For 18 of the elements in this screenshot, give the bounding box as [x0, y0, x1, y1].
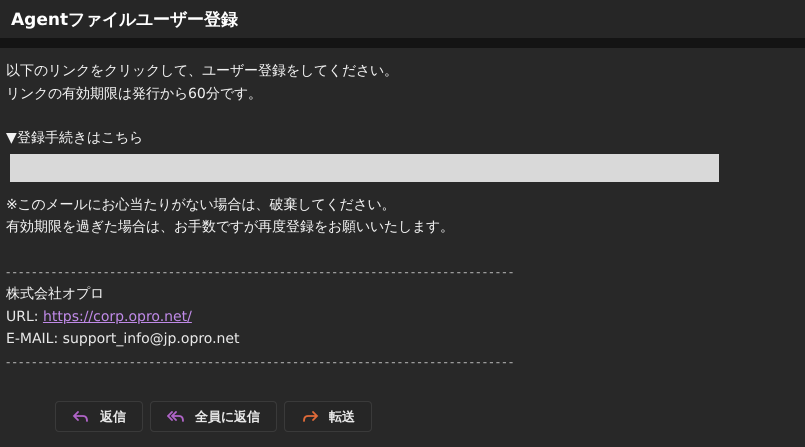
note-text: 有効期限を過ぎた場合は、お手数ですが再度登録をお願いいたします。 — [6, 218, 455, 237]
separator-line: ------------------------------------------------------------------------------ — [6, 354, 516, 370]
reply-button[interactable]: 返信 — [55, 401, 143, 432]
reply-all-arrow-icon — [167, 410, 185, 424]
company-name: 株式会社オプロ — [6, 285, 105, 304]
separator-line: ------------------------------------------------------------------------------ — [6, 264, 516, 280]
email-address: E-MAIL: support_info@jp.opro.net — [6, 330, 241, 349]
note-text: ※このメールにお心当たりがない場合は、破棄してください。 — [6, 196, 397, 214]
body-text: 以下のリンクをクリックして、ユーザー登録をしてください。 — [6, 62, 399, 81]
forward-arrow-icon — [301, 410, 319, 424]
url-link[interactable]: https://corp.opro.net/ — [42, 308, 192, 324]
reply-arrow-icon — [72, 410, 90, 424]
body-text: リンクの有効期限は発行から60分です。 — [6, 84, 263, 104]
section-heading: ▼登録手続きはこちら — [6, 129, 144, 148]
forward-button[interactable]: 転送 — [284, 401, 372, 432]
reply-all-button[interactable]: 全員に返信 — [150, 401, 277, 432]
email-subject: Agentファイルユーザー登録 — [11, 8, 238, 30]
url-label: URL: — [6, 308, 38, 324]
